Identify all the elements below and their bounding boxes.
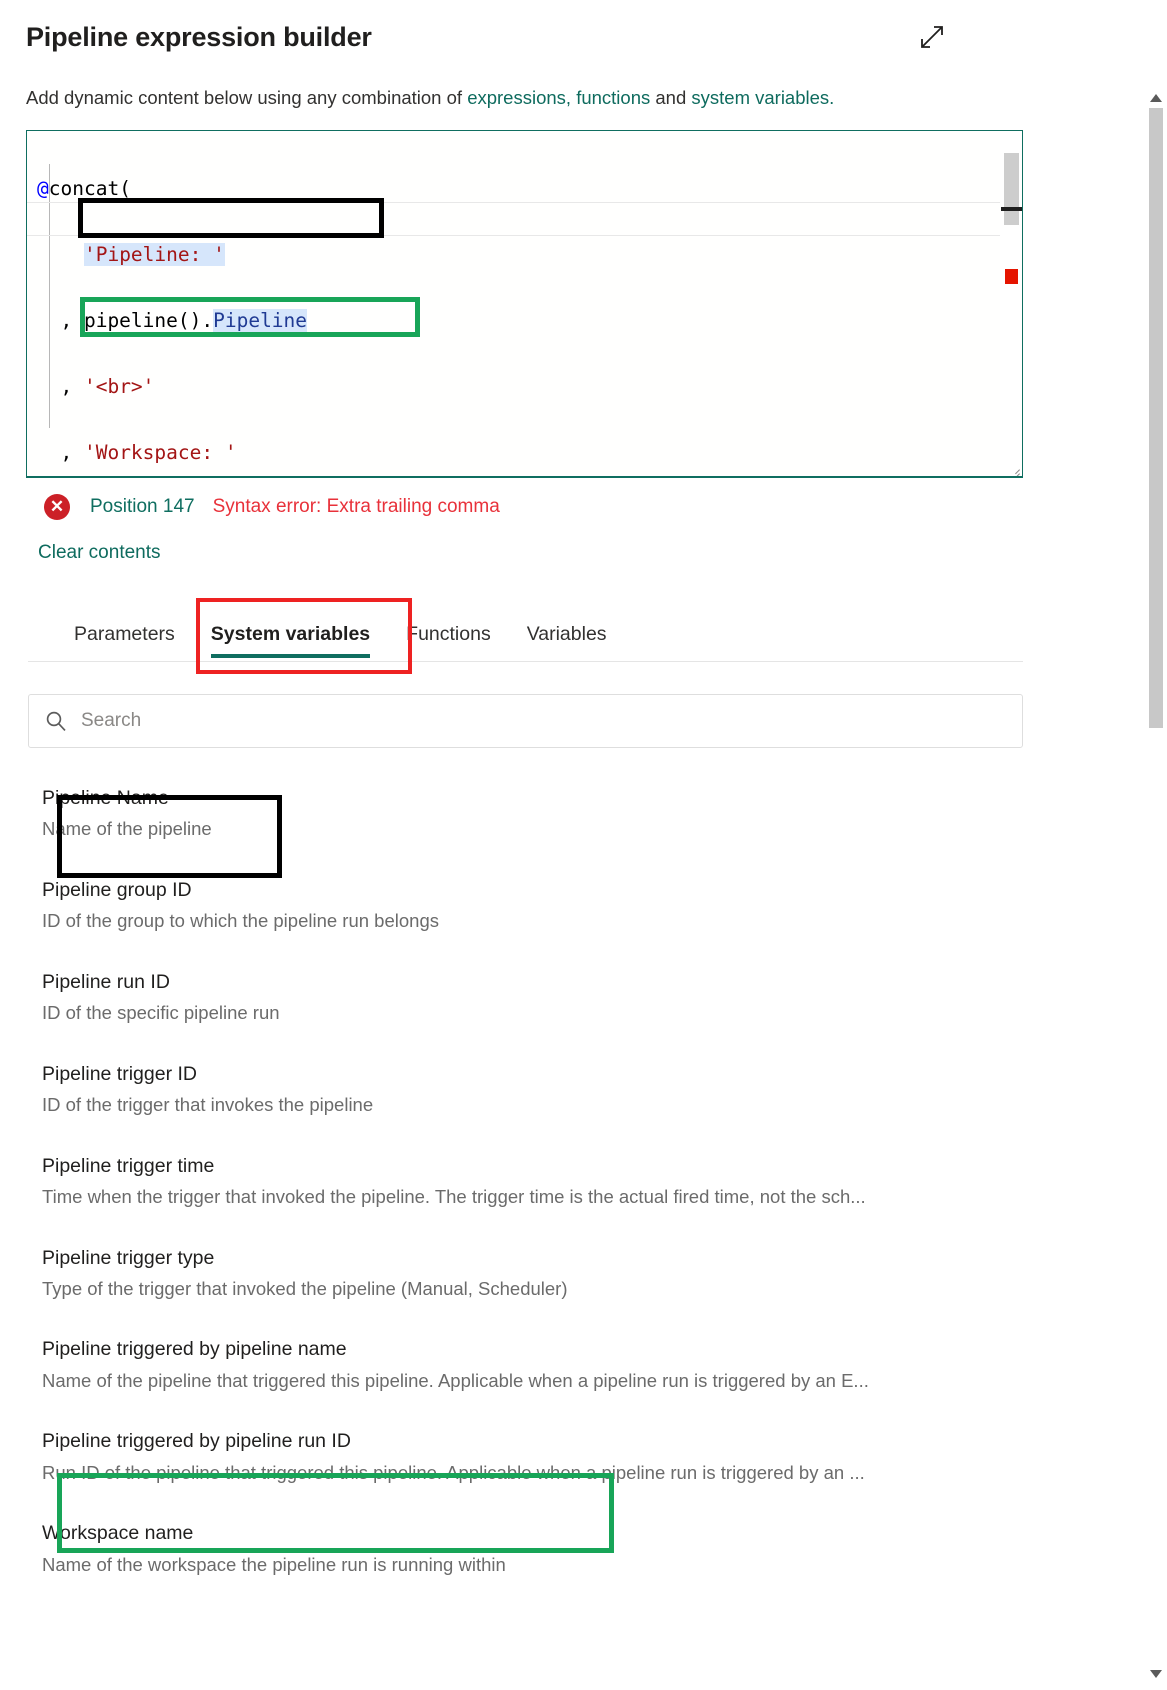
expand-diagonal-icon[interactable] (915, 20, 949, 54)
tab-list: Parameters System variables Functions Va… (28, 608, 1023, 662)
code-line: , pipeline().Pipeline (60, 308, 308, 332)
code-line: , '<br>' (60, 374, 155, 398)
list-item[interactable]: Pipeline run ID ID of the specific pipel… (28, 962, 1023, 1034)
tab-system-variables[interactable]: System variables (193, 623, 388, 661)
syntax-error-row: ✕ Position 147 Syntax error: Extra trail… (0, 493, 1059, 520)
list-item-description: Time when the trigger that invoked the p… (42, 1185, 866, 1207)
list-item[interactable]: Pipeline group ID ID of the group to whi… (28, 870, 1023, 942)
search-icon (46, 711, 66, 731)
scroll-down-arrow-icon[interactable] (1145, 1664, 1167, 1684)
list-item[interactable]: Workspace name Name of the workspace the… (28, 1513, 1023, 1585)
page-scrollbar[interactable] (1145, 88, 1167, 1690)
expression-code[interactable]: @concat( 'Pipeline: ' , pipeline().Pipel… (27, 139, 1022, 476)
tab-variables[interactable]: Variables (509, 623, 625, 661)
list-item-title: Pipeline Name (42, 786, 169, 809)
page-scrollbar-thumb[interactable] (1149, 108, 1163, 728)
tabs-section: Parameters System variables Functions Va… (0, 597, 1059, 674)
error-circle-x-icon: ✕ (44, 493, 70, 520)
subtitle-prefix: Add dynamic content below using any comb… (26, 87, 468, 109)
list-item[interactable]: Pipeline trigger ID ID of the trigger th… (28, 1054, 1023, 1126)
list-item-title: Pipeline trigger type (42, 1246, 215, 1269)
error-message: Syntax error: Extra trailing comma (212, 495, 500, 517)
panel-subtitle: Add dynamic content below using any comb… (0, 85, 1059, 112)
editor-scrollbar[interactable] (1000, 130, 1022, 476)
code-line: , 'Workspace: ' (60, 440, 237, 464)
list-item-description: Type of the trigger that invoked the pip… (42, 1277, 568, 1299)
list-item-description: ID of the trigger that invokes the pipel… (42, 1093, 374, 1115)
editor-error-marker (1005, 268, 1018, 284)
page-title: Pipeline expression builder (26, 22, 372, 52)
list-item-title: Pipeline trigger time (42, 1154, 215, 1177)
search-section: Search (0, 693, 1059, 748)
error-position: Position 147 (90, 495, 195, 517)
page-scrollbar-track[interactable] (1149, 108, 1163, 1664)
search-input[interactable]: Search (28, 693, 1023, 748)
subtitle-middle: and (650, 87, 692, 109)
code-line: @concat( (37, 176, 131, 200)
link-system-variables[interactable]: system variables. (691, 87, 834, 108)
editor-scrollbar-thumb[interactable] (1004, 152, 1019, 225)
list-item-description: ID of the specific pipeline run (42, 1002, 280, 1023)
pipeline-expression-builder-panel: Pipeline expression builder Add dynamic … (0, 0, 1059, 1690)
list-item[interactable]: Pipeline triggered by pipeline name Name… (28, 1329, 1023, 1401)
editor-overview-marker (1001, 206, 1022, 211)
expression-editor-wrap: @concat( 'Pipeline: ' , pipeline().Pipel… (0, 129, 1059, 478)
tab-functions[interactable]: Functions (388, 623, 509, 661)
tab-parameters[interactable]: Parameters (56, 623, 193, 661)
list-item[interactable]: Pipeline triggered by pipeline run ID Ru… (28, 1421, 1023, 1493)
list-item-title: Pipeline trigger ID (42, 1062, 197, 1085)
code-line: 'Pipeline: ' (83, 242, 225, 266)
list-item-title: Pipeline triggered by pipeline run ID (42, 1430, 351, 1453)
search-placeholder: Search (81, 709, 142, 731)
list-item-description: ID of the group to which the pipeline ru… (42, 910, 439, 932)
list-item-description: Run ID of the pipeline that triggered th… (42, 1461, 865, 1483)
list-item[interactable]: Pipeline Name Name of the pipeline (28, 778, 1023, 850)
list-item-description: Name of the pipeline (42, 818, 212, 840)
link-expressions[interactable]: expressions, (467, 87, 571, 108)
list-item-description: Name of the workspace the pipeline run i… (42, 1553, 506, 1575)
system-variables-list: Pipeline Name Name of the pipeline Pipel… (0, 778, 1059, 1585)
panel-header: Pipeline expression builder (0, 0, 1059, 55)
list-item-title: Workspace name (42, 1522, 194, 1545)
list-item[interactable]: Pipeline trigger type Type of the trigge… (28, 1238, 1023, 1310)
list-item-title: Pipeline group ID (42, 878, 192, 901)
list-item-title: Pipeline run ID (42, 970, 170, 993)
expression-editor[interactable]: @concat( 'Pipeline: ' , pipeline().Pipel… (26, 129, 1023, 478)
scroll-up-arrow-icon[interactable] (1145, 88, 1167, 108)
list-item-title: Pipeline triggered by pipeline name (42, 1338, 347, 1361)
list-item-description: Name of the pipeline that triggered this… (42, 1369, 869, 1391)
clear-contents-link[interactable]: Clear contents (0, 542, 161, 564)
list-item[interactable]: Pipeline trigger time Time when the trig… (28, 1146, 1023, 1218)
link-functions[interactable]: functions (576, 87, 650, 108)
editor-resize-grip[interactable] (1008, 462, 1020, 474)
